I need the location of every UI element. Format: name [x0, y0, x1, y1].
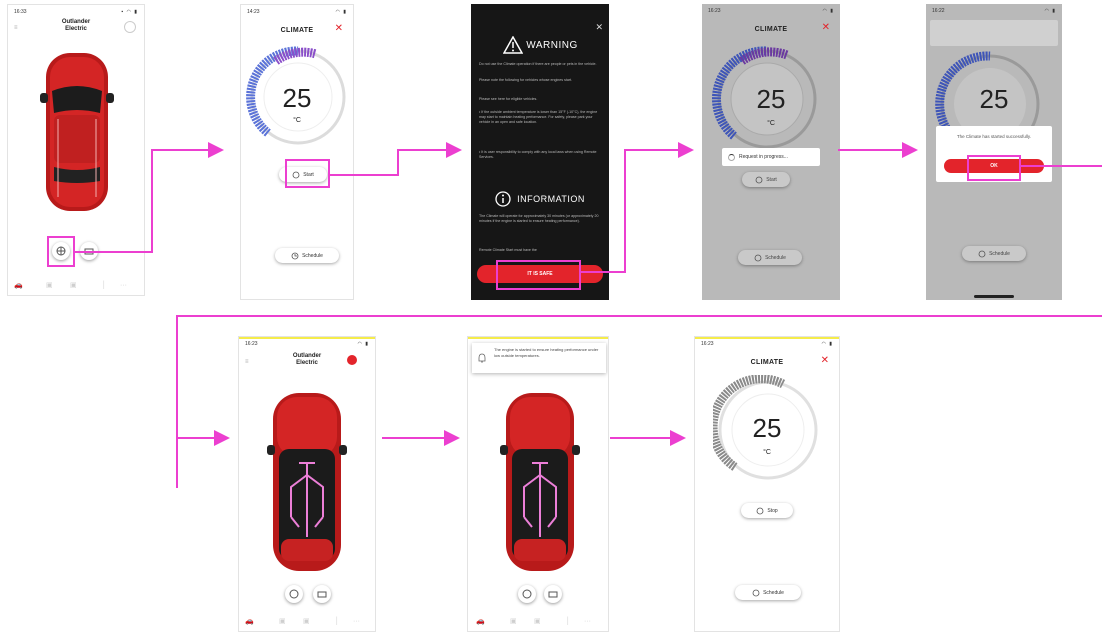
flow-arrows	[75, 142, 1102, 488]
